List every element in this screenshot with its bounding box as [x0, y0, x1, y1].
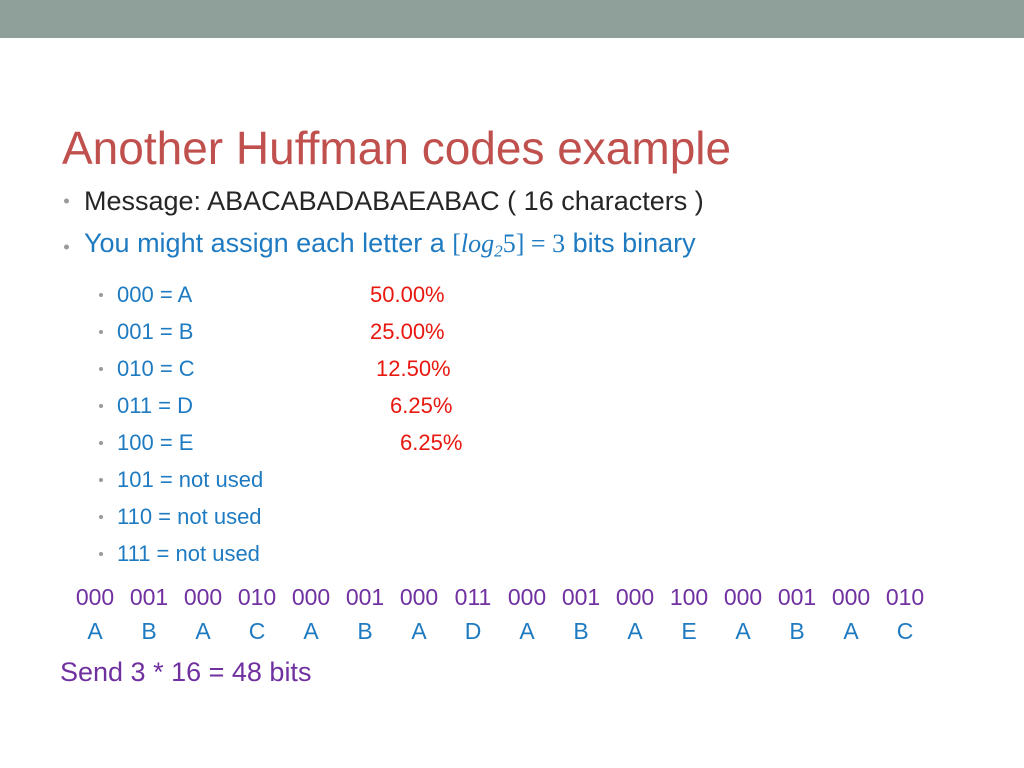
code-row-label: 001 = B: [117, 319, 194, 345]
encoded-letter: C: [248, 618, 266, 645]
bullet-dot-icon: [99, 551, 103, 556]
code-row: 001 = B 25.00%: [0, 313, 1024, 350]
encoded-letter: A: [627, 618, 643, 645]
encoded-bit-group: 000: [183, 584, 223, 611]
encoded-letter: B: [573, 618, 589, 645]
math-argument: 5: [502, 229, 516, 258]
code-row: 111 = not used: [0, 535, 1024, 572]
code-row-label: 011 = D: [117, 393, 194, 419]
encoded-stream: 000 001 000 010 000 001 000 011 000 001 000 100 000 0…: [0, 582, 1024, 650]
math-equals: =: [530, 229, 546, 258]
bullet-assign-prefix: You might assign each letter a: [84, 228, 453, 258]
encoded-bit-group: 010: [885, 584, 925, 611]
encoded-bit-group: 010: [237, 584, 277, 611]
slide-body: Message: ABACABADABAEABAC ( 16 character…: [0, 180, 1024, 692]
encoded-letter: A: [411, 618, 427, 645]
encoded-bit-group: 000: [615, 584, 655, 611]
encoded-bits-row: 000 001 000 010 000 001 000 011 000 001 000 100 000 0…: [68, 582, 1024, 612]
bullet-dot-icon: [99, 514, 103, 519]
bullet-message-text: Message: ABACABADABAEABAC ( 16 character…: [84, 186, 704, 216]
code-row-label: 110 = not used: [117, 504, 262, 530]
math-log: log: [460, 229, 495, 258]
encoded-bit-group: 000: [723, 584, 763, 611]
code-row-label: 010 = C: [117, 356, 195, 382]
slide-canvas: Another Huffman codes example Message: A…: [0, 0, 1024, 768]
encoded-letter: E: [681, 618, 697, 645]
code-row: 100 = E 6.25%: [0, 424, 1024, 461]
bullet-dot-icon: [99, 292, 103, 297]
encoded-letter: B: [357, 618, 373, 645]
code-row-label: 100 = E: [117, 430, 194, 456]
encoded-bit-group: 001: [129, 584, 169, 611]
bullet-dot-icon: [99, 403, 103, 408]
bullet-dot-icon: [64, 244, 69, 250]
encoded-bit-group: 000: [507, 584, 547, 611]
encoded-letter: A: [519, 618, 535, 645]
code-row-label: 101 = not used: [117, 467, 264, 493]
encoded-letter: A: [735, 618, 751, 645]
bullet-assign-suffix: bits binary: [565, 228, 696, 258]
bullet-dot-icon: [99, 329, 103, 334]
encoded-bit-group: 001: [777, 584, 817, 611]
code-row-percentage: 6.25%: [390, 393, 453, 419]
bullet-assign-bits: You might assign each letter a [log25] =…: [0, 222, 1024, 272]
math-open-bracket: [: [452, 229, 461, 258]
encoded-letter: A: [195, 618, 211, 645]
bullet-message: Message: ABACABADABAEABAC ( 16 character…: [0, 180, 1024, 222]
bullet-dot-icon: [99, 477, 103, 482]
code-row-label: 000 = A: [117, 282, 193, 308]
encoded-letter: C: [896, 618, 914, 645]
code-row-percentage: 50.00%: [370, 282, 445, 308]
encoded-bit-group: 001: [561, 584, 601, 611]
code-row-percentage: 25.00%: [370, 319, 445, 345]
code-row: 000 = A 50.00%: [0, 276, 1024, 313]
code-row-label: 111 = not used: [117, 541, 260, 567]
encoded-bit-group: 000: [291, 584, 331, 611]
encoded-letter: A: [843, 618, 859, 645]
code-row: 010 = C 12.50%: [0, 350, 1024, 387]
encoded-letter: B: [141, 618, 157, 645]
bullet-dot-icon: [64, 198, 69, 204]
send-total-line: Send 3 * 16 = 48 bits: [60, 657, 312, 688]
code-row-percentage: 6.25%: [400, 430, 463, 456]
code-row: 110 = not used: [0, 498, 1024, 535]
encoded-bit-group: 000: [399, 584, 439, 611]
encoded-bit-group: 011: [454, 584, 492, 611]
encoded-letter: D: [464, 618, 482, 645]
code-row: 011 = D 6.25%: [0, 387, 1024, 424]
encoded-letter: A: [87, 618, 103, 645]
math-expression: [log25] = 3: [452, 229, 566, 261]
math-value: 3: [552, 229, 566, 258]
encoded-bit-group: 001: [345, 584, 385, 611]
bullet-dot-icon: [99, 440, 103, 445]
encoded-bit-group: 000: [831, 584, 871, 611]
code-row: 101 = not used: [0, 461, 1024, 498]
math-subscript: 2: [494, 241, 503, 261]
encoded-bit-group: 000: [75, 584, 115, 611]
bullet-dot-icon: [99, 366, 103, 371]
encoded-letter: A: [303, 618, 319, 645]
page-title: Another Huffman codes example: [62, 121, 732, 174]
encoded-letter: B: [789, 618, 805, 645]
top-decoration-band: [0, 0, 1024, 38]
code-assignment-list: 000 = A 50.00% 001 = B 25.00% 010 = C 12.50% 0…: [0, 276, 1024, 572]
encoded-bit-group: 100: [669, 584, 709, 611]
encoded-letters-row: ABACABADABAEABAC: [68, 612, 1024, 650]
code-row-percentage: 12.50%: [376, 356, 451, 382]
